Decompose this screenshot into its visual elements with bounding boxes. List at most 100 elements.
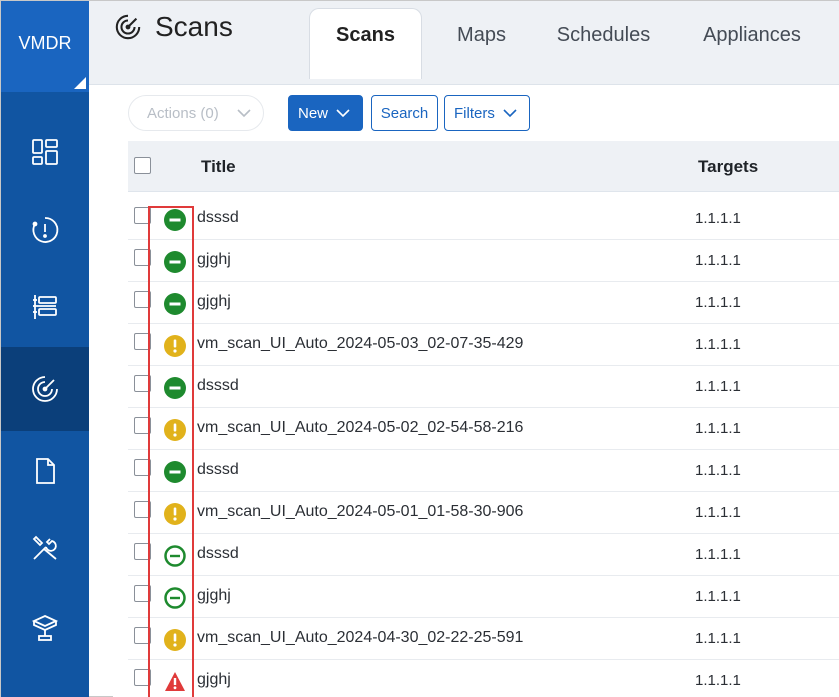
column-targets[interactable]: Targets (698, 157, 758, 177)
table-row[interactable]: gjghj 1.1.1.1 (128, 576, 839, 618)
sidebar: VMDR (1, 1, 89, 697)
row-checkbox[interactable] (134, 501, 151, 518)
sidebar-item-vulnerabilities[interactable] (1, 188, 89, 272)
scan-target: 1.1.1.1 (695, 378, 741, 395)
app-switcher[interactable]: VMDR (1, 1, 89, 92)
scan-title[interactable]: dsssd (197, 377, 239, 395)
select-all-checkbox[interactable] (134, 157, 151, 174)
scans-panel: Actions (0) New Search Filters Title Tar… (113, 85, 839, 697)
row-checkbox[interactable] (134, 207, 151, 224)
scan-target: 1.1.1.1 (695, 546, 741, 563)
row-checkbox[interactable] (134, 585, 151, 602)
toolbar: Actions (0) New Search Filters (113, 85, 839, 141)
scan-target: 1.1.1.1 (695, 630, 741, 647)
actions-dropdown[interactable]: Actions (0) (128, 95, 264, 131)
vulnerability-icon (30, 215, 60, 245)
row-checkbox[interactable] (134, 543, 151, 560)
canceled-status-icon (164, 545, 186, 567)
tab-schedules[interactable]: Schedules (541, 15, 666, 61)
assets-icon (30, 613, 60, 643)
scan-target: 1.1.1.1 (695, 504, 741, 521)
table-row[interactable]: gjghj 1.1.1.1 (128, 240, 839, 282)
scan-target: 1.1.1.1 (695, 462, 741, 479)
table-row[interactable]: gjghj 1.1.1.1 (128, 282, 839, 324)
finished-status-icon (164, 293, 186, 315)
table-row[interactable]: vm_scan_UI_Auto_2024-05-03_02-07-35-429 1… (128, 324, 839, 366)
finished-status-icon (164, 209, 186, 231)
sidebar-item-tools[interactable] (1, 506, 89, 590)
tab-scans[interactable]: Scans (309, 8, 422, 79)
row-checkbox[interactable] (134, 627, 151, 644)
app-switcher-corner-icon (74, 77, 86, 89)
filters-button[interactable]: Filters (444, 95, 530, 131)
scan-title[interactable]: vm_scan_UI_Auto_2024-04-30_02-22-25-591 (197, 629, 523, 647)
scan-target: 1.1.1.1 (695, 294, 741, 311)
scan-title[interactable]: gjghj (197, 293, 231, 311)
scan-title[interactable]: dsssd (197, 461, 239, 479)
row-checkbox[interactable] (134, 249, 151, 266)
scans-radar-icon (30, 374, 60, 404)
table-row[interactable]: vm_scan_UI_Auto_2024-05-02_02-54-58-216 1… (128, 408, 839, 450)
chevron-down-icon (336, 108, 350, 118)
sidebar-item-assets[interactable] (1, 586, 89, 670)
warning-status-icon (164, 419, 186, 441)
warning-status-icon (164, 503, 186, 525)
actions-label: Actions (0) (147, 105, 219, 122)
scan-target: 1.1.1.1 (695, 588, 741, 605)
scan-target: 1.1.1.1 (695, 252, 741, 269)
sidebar-item-prioritization[interactable] (1, 265, 89, 349)
sidebar-item-scans[interactable] (1, 347, 89, 431)
header: Scans Scans Maps Schedules Appliances (89, 1, 839, 85)
tab-maps[interactable]: Maps (439, 15, 524, 61)
row-checkbox[interactable] (134, 291, 151, 308)
warning-status-icon (164, 629, 186, 651)
scan-title[interactable]: vm_scan_UI_Auto_2024-05-01_01-58-30-906 (197, 503, 523, 521)
finished-status-icon (164, 251, 186, 273)
table-row[interactable]: vm_scan_UI_Auto_2024-05-01_01-58-30-906 1… (128, 492, 839, 534)
row-checkbox[interactable] (134, 417, 151, 434)
row-checkbox[interactable] (134, 375, 151, 392)
sidebar-item-dashboard[interactable] (1, 110, 89, 194)
table-row[interactable]: dsssd 1.1.1.1 (128, 198, 839, 240)
scan-title[interactable]: dsssd (197, 209, 239, 227)
tools-icon (30, 533, 60, 563)
table-row[interactable]: dsssd 1.1.1.1 (128, 450, 839, 492)
brand-label: VMDR (1, 33, 89, 54)
scan-target: 1.1.1.1 (695, 210, 741, 227)
scan-target: 1.1.1.1 (695, 672, 741, 689)
dashboard-icon (30, 137, 60, 167)
chevron-down-icon (237, 108, 251, 118)
scan-title[interactable]: vm_scan_UI_Auto_2024-05-03_02-07-35-429 (197, 335, 523, 353)
table-row[interactable]: dsssd 1.1.1.1 (128, 366, 839, 408)
row-checkbox[interactable] (134, 459, 151, 476)
scan-title[interactable]: dsssd (197, 545, 239, 563)
scan-title[interactable]: vm_scan_UI_Auto_2024-05-02_02-54-58-216 (197, 419, 523, 437)
column-title[interactable]: Title (201, 157, 236, 177)
tab-appliances[interactable]: Appliances (687, 15, 817, 61)
new-button[interactable]: New (288, 95, 363, 131)
table-row[interactable]: dsssd 1.1.1.1 (128, 534, 839, 576)
table-row[interactable]: gjghj 1.1.1.1 (128, 660, 839, 697)
scans-radar-icon (114, 13, 142, 41)
scan-title[interactable]: gjghj (197, 251, 231, 269)
table-row[interactable]: vm_scan_UI_Auto_2024-04-30_02-22-25-591 1… (128, 618, 839, 660)
new-label: New (298, 105, 328, 122)
error-status-icon (164, 671, 186, 693)
prioritization-icon (30, 292, 60, 322)
row-checkbox[interactable] (134, 333, 151, 350)
scan-title[interactable]: gjghj (197, 587, 231, 605)
scan-title[interactable]: gjghj (197, 671, 231, 689)
search-button[interactable]: Search (371, 95, 438, 131)
row-checkbox[interactable] (134, 669, 151, 686)
finished-status-icon (164, 377, 186, 399)
chevron-down-icon (503, 108, 517, 118)
scan-target: 1.1.1.1 (695, 420, 741, 437)
sidebar-item-reports[interactable] (1, 429, 89, 513)
filters-label: Filters (454, 105, 495, 122)
page-title: Scans (155, 11, 233, 43)
canceled-status-icon (164, 587, 186, 609)
scan-target: 1.1.1.1 (695, 336, 741, 353)
warning-status-icon (164, 335, 186, 357)
finished-status-icon (164, 461, 186, 483)
reports-document-icon (30, 456, 60, 486)
